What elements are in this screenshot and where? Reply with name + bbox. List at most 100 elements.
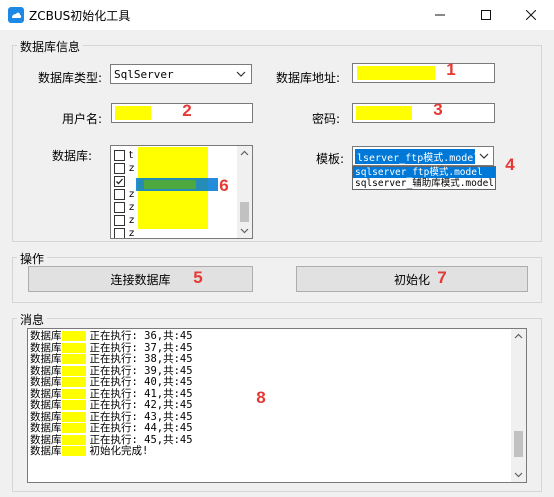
template-label: 模板: <box>315 152 344 166</box>
selected-database-row[interactable] <box>136 178 218 191</box>
log-message: 初始化完成! <box>89 445 149 457</box>
redacted-db-name <box>61 342 86 353</box>
log-message: 正在执行: 38,共:45 <box>89 353 193 365</box>
database-list-item[interactable] <box>114 175 129 187</box>
annotation-1: 1 <box>446 60 456 79</box>
database-list-item[interactable]: z <box>114 188 134 200</box>
log-prefix: 数据库 <box>30 341 62 354</box>
username-label: 用户名: <box>61 112 102 126</box>
annotation-2: 2 <box>182 101 192 120</box>
annotation-8: 8 <box>256 388 266 407</box>
initialize-label: 初始化 <box>393 272 430 287</box>
db-type-label: 数据库类型: <box>37 71 102 85</box>
log-prefix: 数据库 <box>30 410 62 423</box>
connect-database-button[interactable]: 连接数据库 <box>28 266 253 292</box>
log-prefix: 数据库 <box>30 422 62 434</box>
chevron-down-icon[interactable] <box>237 223 252 238</box>
database-name: z <box>129 201 135 213</box>
redacted-db-name <box>61 331 86 341</box>
redacted-address <box>357 66 435 80</box>
database-checkbox[interactable] <box>114 201 125 213</box>
log-message: 正在执行: 37,共:45 <box>89 341 193 354</box>
database-checkbox[interactable] <box>114 188 125 200</box>
log-prefix: 数据库 <box>30 330 62 342</box>
log-prefix: 数据库 <box>30 364 62 377</box>
database-name: z <box>129 162 135 174</box>
database-checkbox[interactable] <box>114 175 125 187</box>
annotation-3: 3 <box>433 100 443 119</box>
log-prefix: 数据库 <box>30 445 62 457</box>
database-name: z <box>129 188 135 200</box>
window-title: ZCBUS初始化工具 <box>29 9 131 23</box>
redacted-db-name <box>61 423 86 433</box>
close-icon[interactable] <box>508 0 554 30</box>
log-message: 正在执行: 42,共:45 <box>89 399 193 411</box>
database-label: 数据库: <box>51 149 92 163</box>
initialize-button[interactable]: 初始化 <box>296 266 528 292</box>
redacted-db-name <box>61 400 86 410</box>
template-dropdown-list: sqlserver_ftp模式.model sqlserver_辅助库模式.mo… <box>352 166 496 190</box>
database-checkbox[interactable] <box>114 162 125 174</box>
template-option-1[interactable]: sqlserver_ftp模式.model <box>353 167 495 178</box>
messages-textarea[interactable]: 数据库 正在执行: 36,共:45 数据库 正在执行: 37,共:45 数据库 正在执行:… <box>27 328 527 483</box>
log-prefix: 数据库 <box>30 353 62 365</box>
database-name: t <box>129 149 133 161</box>
redacted-db-name <box>61 388 86 399</box>
redacted-db-name <box>61 411 86 422</box>
database-list-item[interactable]: t <box>114 149 133 161</box>
chevron-down-icon <box>236 71 246 77</box>
redacted-db-name <box>61 446 86 456</box>
database-list-item[interactable]: z <box>114 214 134 226</box>
database-scrollbar[interactable] <box>237 146 252 238</box>
redacted-db-name <box>61 377 86 387</box>
database-checkbox[interactable] <box>114 227 125 238</box>
connect-database-label: 连接数据库 <box>110 272 171 287</box>
redacted-db-name <box>61 365 86 376</box>
log-line: 数据库 初始化完成! <box>30 445 193 458</box>
database-list-item[interactable]: z <box>114 227 135 239</box>
log-prefix: 数据库 <box>30 399 62 411</box>
redacted-password <box>356 106 412 120</box>
annotation-7: 7 <box>437 268 447 287</box>
chevron-down-icon[interactable] <box>511 467 526 482</box>
chevron-up-icon[interactable] <box>511 329 526 344</box>
database-checkbox[interactable] <box>114 149 125 161</box>
minimize-icon[interactable] <box>417 0 463 30</box>
database-name: z <box>129 227 135 239</box>
template-select[interactable]: lserver_ftp模式.model <box>352 146 494 166</box>
log-message: 正在执行: 40,共:45 <box>89 376 193 388</box>
messages-scrollbar[interactable] <box>511 329 526 482</box>
log-message: 正在执行: 44,共:45 <box>89 422 193 434</box>
password-label: 密码: <box>311 112 340 126</box>
db-address-input[interactable] <box>352 63 495 83</box>
database-list-item[interactable]: z <box>114 201 134 213</box>
redacted-username <box>115 106 151 120</box>
log-message: 正在执行: 45,共:45 <box>89 433 193 446</box>
database-list-item[interactable]: z <box>114 162 134 174</box>
chevron-down-icon[interactable] <box>477 149 491 163</box>
template-option-2[interactable]: sqlserver_辅助库模式.model <box>353 178 495 189</box>
db-type-select[interactable]: SqlServer <box>110 64 252 84</box>
messages-group-title: 消息 <box>17 311 48 328</box>
chevron-up-icon[interactable] <box>237 146 252 161</box>
database-checkbox[interactable] <box>114 214 125 226</box>
scroll-thumb[interactable] <box>240 202 249 222</box>
password-input[interactable] <box>352 103 495 123</box>
scroll-thumb[interactable] <box>514 431 523 457</box>
app-icon <box>8 7 24 23</box>
operations-group-title: 操作 <box>17 250 48 267</box>
db-info-group-title: 数据库信息 <box>17 38 84 55</box>
db-type-value: SqlServer <box>114 67 174 81</box>
database-name: z <box>129 214 135 226</box>
annotation-4: 4 <box>505 155 515 174</box>
annotation-5: 5 <box>193 268 203 287</box>
log-message: 正在执行: 43,共:45 <box>89 410 193 423</box>
db-address-label: 数据库地址: <box>275 71 340 85</box>
log-message: 正在执行: 39,共:45 <box>89 364 193 377</box>
log-message: 正在执行: 36,共:45 <box>89 330 193 342</box>
template-value: lserver_ftp模式.model <box>355 148 475 164</box>
log-message: 正在执行: 41,共:45 <box>89 387 193 400</box>
maximize-icon[interactable] <box>463 0 509 30</box>
log-prefix: 数据库 <box>30 387 62 400</box>
log-prefix: 数据库 <box>30 433 62 446</box>
